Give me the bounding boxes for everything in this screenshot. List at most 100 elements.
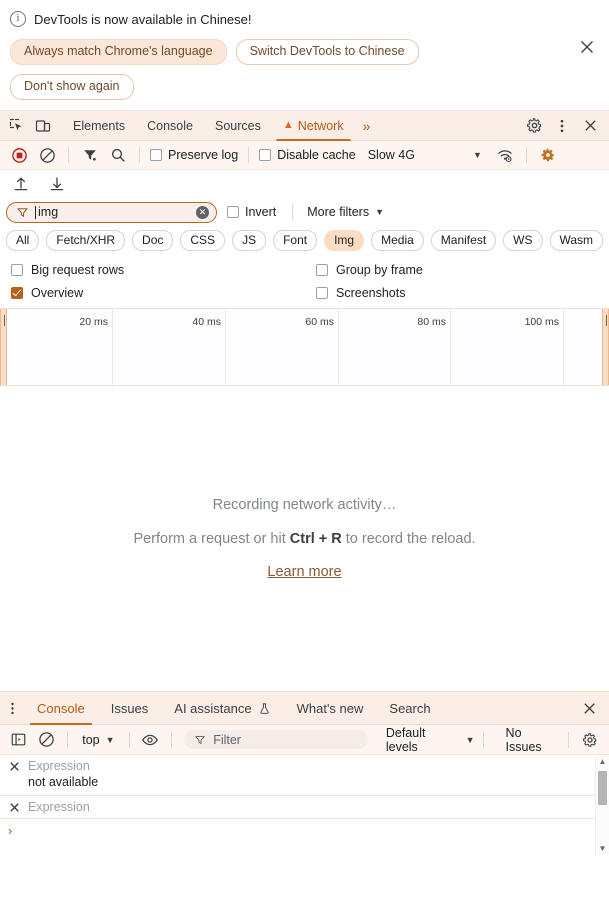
console-sidebar-icon[interactable] — [6, 727, 32, 753]
big-request-rows-checkbox[interactable]: Big request rows — [11, 263, 316, 277]
close-devtools-icon[interactable] — [577, 113, 603, 139]
console-context-selector[interactable]: top ▼ — [76, 733, 120, 747]
network-overview-timeline[interactable]: 20 ms 40 ms 60 ms 80 ms 100 ms — [0, 308, 609, 386]
type-filter-js[interactable]: JS — [232, 230, 266, 251]
live-expression-placeholder-2[interactable]: Expression — [28, 800, 90, 814]
filter-icon — [16, 206, 29, 219]
drawer-close-icon[interactable] — [575, 694, 603, 722]
drawer-tab-ai-assistance[interactable]: AI assistance — [161, 692, 283, 725]
banner-message: DevTools is now available in Chinese! — [34, 12, 252, 27]
clear-console-icon[interactable] — [34, 727, 60, 753]
console-settings-gear-icon[interactable] — [577, 727, 603, 753]
drawer-kebab-menu-icon[interactable] — [0, 695, 24, 721]
console-filter-input[interactable]: Filter — [184, 730, 368, 749]
import-har-icon[interactable] — [8, 171, 34, 197]
close-icon[interactable] — [8, 760, 21, 773]
preserve-log-checkbox[interactable]: Preserve log — [148, 148, 240, 162]
group-by-frame-checkbox[interactable]: Group by frame — [316, 263, 423, 277]
timeline-left-handle[interactable] — [0, 309, 7, 385]
type-filter-wasm[interactable]: Wasm — [550, 230, 604, 251]
filter-input-value[interactable]: img — [35, 205, 190, 219]
hint-shortcut: Ctrl + R — [290, 531, 342, 547]
live-expression-1: Expression not available — [0, 755, 609, 796]
overview-cell-1: 20 ms — [0, 309, 113, 385]
type-filter-fetch-xhr[interactable]: Fetch/XHR — [46, 230, 125, 251]
tabbar-actions — [521, 113, 609, 139]
kebab-menu-icon[interactable] — [549, 113, 575, 139]
drawer-tab-console[interactable]: Console — [24, 692, 98, 725]
tab-elements[interactable]: Elements — [62, 111, 136, 141]
type-filter-doc[interactable]: Doc — [132, 230, 173, 251]
banner-close-icon[interactable] — [576, 36, 598, 58]
screenshots-checkbox[interactable]: Screenshots — [316, 286, 405, 300]
device-toolbar-icon[interactable] — [30, 113, 56, 139]
console-divider-4 — [483, 732, 484, 748]
live-expression-header-1: Expression — [0, 755, 609, 773]
clear-network-icon[interactable] — [34, 142, 60, 168]
search-icon[interactable] — [105, 142, 131, 168]
tab-network[interactable]: ▲ Network — [272, 111, 355, 141]
tab-elements-label: Elements — [73, 119, 125, 133]
drawer-tab-issues[interactable]: Issues — [98, 692, 162, 725]
gear-icon[interactable] — [521, 113, 547, 139]
learn-more-link[interactable]: Learn more — [267, 564, 341, 580]
tab-sources[interactable]: Sources — [204, 111, 272, 141]
scroll-up-icon[interactable]: ▲ — [596, 755, 609, 768]
overview-tick-100ms: 100 ms — [525, 316, 559, 328]
throttle-value[interactable]: Slow 4G — [368, 148, 415, 162]
live-expression-icon[interactable] — [138, 727, 164, 753]
console-issues-counter[interactable]: No Issues — [506, 726, 561, 754]
switch-devtools-language-button[interactable]: Switch DevTools to Chinese — [236, 39, 419, 65]
screenshots-box — [316, 287, 328, 299]
tab-network-label: Network — [298, 119, 344, 133]
drawer-tab-issues-label: Issues — [111, 701, 149, 716]
invert-checkbox[interactable]: Invert — [225, 205, 278, 219]
group-by-frame-box — [316, 264, 328, 276]
toolbar-divider-3 — [248, 147, 249, 163]
disable-cache-label: Disable cache — [277, 148, 356, 162]
live-expression-header-2: Expression — [0, 796, 609, 819]
console-levels-dropdown[interactable]: Default levels ▼ — [386, 726, 475, 754]
always-match-language-button[interactable]: Always match Chrome's language — [10, 39, 227, 65]
clear-input-icon[interactable]: ✕ — [196, 206, 209, 219]
inspect-element-icon[interactable] — [4, 113, 30, 139]
overview-cell-3: 60 ms — [226, 309, 339, 385]
overview-label: Overview — [31, 286, 83, 300]
drawer-tab-search[interactable]: Search — [376, 692, 443, 725]
filter-icon[interactable] — [77, 142, 103, 168]
big-request-rows-label: Big request rows — [31, 263, 124, 277]
throttle-dropdown-caret[interactable]: ▼ — [473, 150, 482, 160]
export-har-icon[interactable] — [44, 171, 70, 197]
type-filter-all[interactable]: All — [6, 230, 39, 251]
type-filter-manifest[interactable]: Manifest — [431, 230, 496, 251]
timeline-right-handle[interactable] — [602, 309, 609, 385]
overview-checkbox[interactable]: Overview — [11, 286, 316, 300]
scroll-down-icon[interactable]: ▼ — [596, 842, 609, 855]
record-stop-icon[interactable] — [6, 142, 32, 168]
type-filter-ws[interactable]: WS — [503, 230, 542, 251]
network-filter-input[interactable]: img ✕ — [6, 202, 217, 223]
scrollbar-thumb[interactable] — [598, 771, 607, 805]
network-conditions-icon[interactable] — [492, 142, 518, 168]
type-filter-font[interactable]: Font — [273, 230, 317, 251]
more-filters-dropdown[interactable]: More filters ▼ — [307, 205, 384, 219]
banner-actions: Always match Chrome's language Switch De… — [10, 39, 530, 100]
network-settings-gear-icon[interactable] — [535, 142, 561, 168]
drawer-tab-whats-new[interactable]: What's new — [284, 692, 377, 725]
tab-console[interactable]: Console — [136, 111, 204, 141]
filter-divider — [292, 204, 293, 220]
close-icon[interactable] — [8, 801, 21, 814]
options-row-2: Overview Screenshots — [0, 281, 609, 304]
console-prompt[interactable]: › — [0, 819, 609, 843]
live-expression-placeholder-1[interactable]: Expression — [28, 759, 90, 773]
disable-cache-checkbox[interactable]: Disable cache — [257, 148, 358, 162]
preserve-log-box — [150, 149, 162, 161]
dont-show-again-button[interactable]: Don't show again — [10, 74, 134, 100]
type-filter-css[interactable]: CSS — [180, 230, 225, 251]
drawer-tabbar: Console Issues AI assistance What's new … — [0, 692, 609, 725]
overview-cell-2: 40 ms — [113, 309, 226, 385]
console-scrollbar[interactable]: ▲ ▼ — [595, 755, 609, 855]
type-filter-media[interactable]: Media — [371, 230, 424, 251]
type-filter-img[interactable]: Img — [324, 230, 364, 251]
more-tabs-icon[interactable]: » — [355, 111, 379, 141]
